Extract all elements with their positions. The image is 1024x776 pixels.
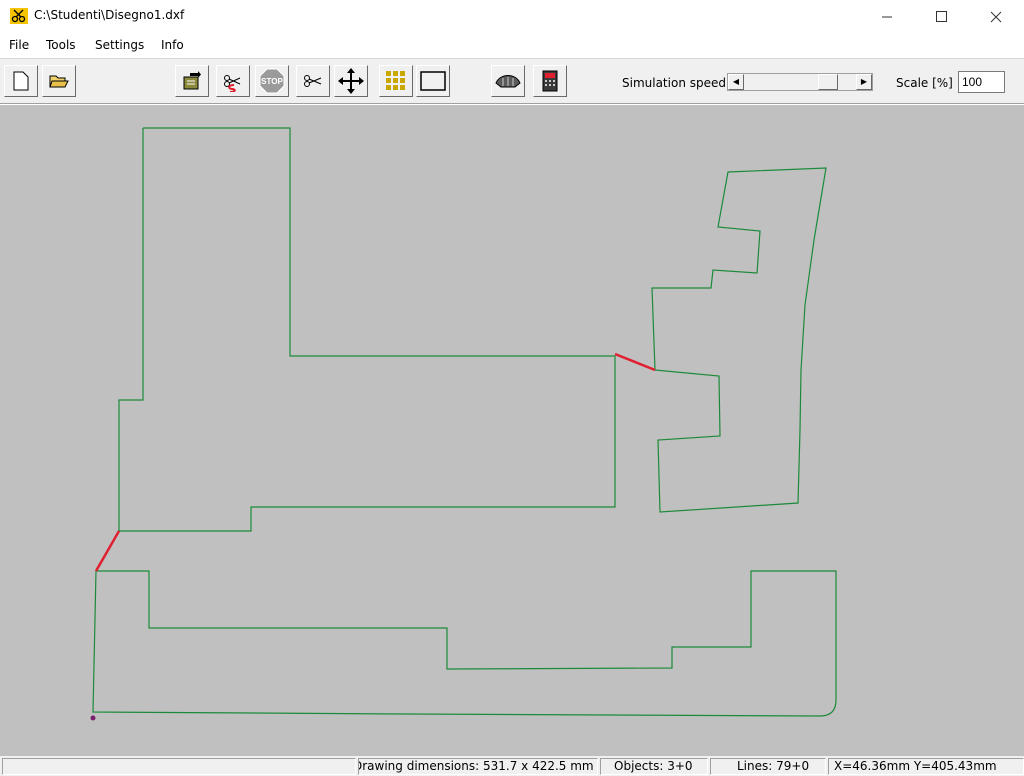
import-button[interactable] — [175, 65, 209, 97]
menu-tools[interactable]: Tools — [46, 38, 76, 52]
status-dimensions-text: Drawing dimensions: 531.7 x 422.5 mm — [358, 759, 594, 773]
close-icon — [990, 11, 1002, 22]
stop-icon: STOP — [259, 68, 285, 94]
rectangle-button[interactable] — [416, 65, 450, 97]
drawing-svg[interactable] — [0, 105, 1024, 756]
open-file-button[interactable] — [42, 65, 76, 97]
new-file-icon — [13, 71, 29, 91]
grid-icon — [386, 71, 405, 90]
move-button[interactable] — [334, 65, 368, 97]
calculator-icon — [542, 70, 558, 92]
svg-text:STOP: STOP — [261, 77, 283, 86]
scissors-icon — [304, 75, 322, 87]
machine-button[interactable] — [491, 65, 525, 97]
scissors-app-icon — [10, 8, 28, 24]
path-shape-left — [118, 127, 616, 532]
slider-right-arrow-icon[interactable]: ▶ — [856, 74, 872, 90]
window-title: C:\Studenti\Disegno1.dxf — [34, 8, 185, 22]
grid-button[interactable] — [379, 65, 413, 97]
close-button[interactable] — [973, 0, 1019, 33]
simulation-speed-slider[interactable]: ◀ ▶ — [727, 73, 873, 91]
minimize-icon — [881, 16, 892, 18]
path-shape-right — [651, 167, 827, 513]
cut-button[interactable] — [296, 65, 330, 97]
status-lines: Lines: 79+0 — [710, 758, 826, 775]
status-bar: Drawing dimensions: 531.7 x 422.5 mm Obj… — [0, 756, 1024, 776]
status-panel-empty — [2, 758, 356, 775]
minimize-button[interactable] — [864, 0, 910, 33]
rapid-move-2 — [614, 352, 656, 372]
import-icon — [183, 71, 201, 90]
new-file-button[interactable] — [4, 65, 38, 97]
path-shape-bottom — [92, 570, 837, 717]
status-objects: Objects: 3+0 — [600, 758, 708, 775]
rapid-move-1 — [94, 530, 121, 572]
maximize-icon — [935, 11, 947, 22]
cut-path-button[interactable] — [216, 65, 250, 97]
menu-bar: File Tools Settings Info — [0, 36, 1024, 57]
menu-settings[interactable]: Settings — [95, 38, 144, 52]
menu-file[interactable]: File — [9, 38, 29, 52]
status-drawing-dimensions: Drawing dimensions: 531.7 x 422.5 mm — [358, 758, 598, 775]
menu-info[interactable]: Info — [161, 38, 184, 52]
machine-icon — [495, 75, 521, 88]
start-point-marker — [90, 715, 96, 721]
slider-thumb[interactable] — [818, 74, 838, 90]
title-bar: C:\Studenti\Disegno1.dxf — [0, 0, 1024, 33]
status-coordinates: X=46.36mm Y=405.43mm — [828, 758, 1024, 775]
rectangle-icon — [420, 71, 446, 91]
drawing-canvas[interactable] — [0, 105, 1024, 756]
open-folder-icon — [49, 75, 69, 88]
calculator-button[interactable] — [533, 65, 567, 97]
slider-left-arrow-icon[interactable]: ◀ — [728, 74, 744, 90]
cut-path-icon — [224, 75, 241, 92]
scale-label: Scale [%] — [896, 76, 953, 90]
simulation-speed-label: Simulation speed — [622, 76, 726, 90]
maximize-button[interactable] — [918, 0, 964, 33]
move-arrows-icon — [338, 68, 364, 94]
stop-button[interactable]: STOP — [255, 65, 289, 97]
scale-input[interactable] — [958, 71, 1005, 93]
